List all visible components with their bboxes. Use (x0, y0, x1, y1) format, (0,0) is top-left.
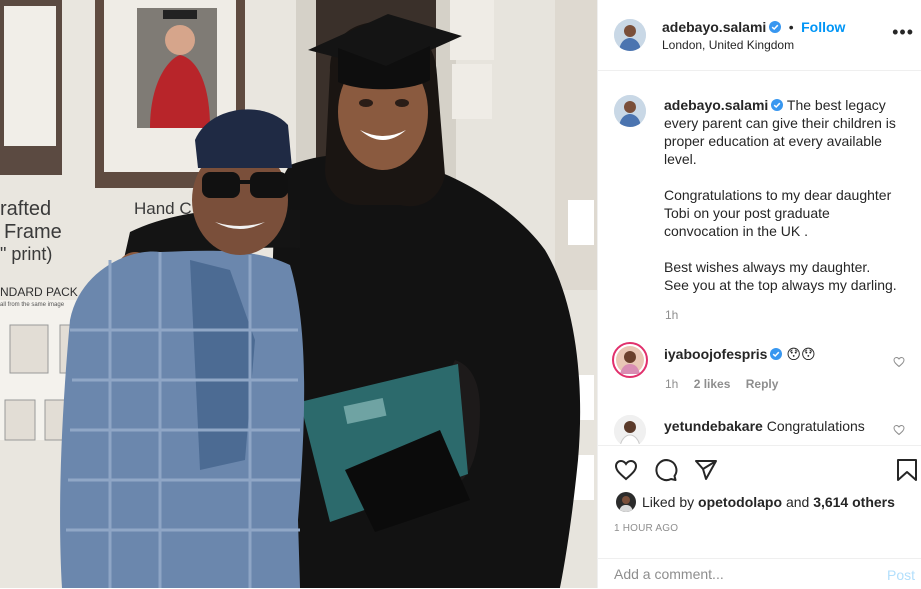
comment-likes[interactable]: 2 likes (694, 377, 731, 391)
caption-time[interactable]: 1h (665, 308, 678, 322)
comment-item: iyaboojofespris 😯😯 1h 2 likes Reply (598, 339, 921, 399)
verified-badge-icon (771, 99, 784, 111)
comment-text: Congratulations (766, 418, 865, 434)
post-sidebar: adebayo.salami • Follow London, United K… (597, 0, 921, 588)
location-link[interactable]: London, United Kingdom (662, 38, 794, 52)
signage-crafted: rafted (0, 198, 51, 220)
post-comment-button[interactable]: Post (887, 567, 915, 583)
post-actions: Liked by opetodolapo and 3,614 others 1 … (598, 445, 921, 589)
comments-section[interactable]: adebayo.salami The best legacy every par… (598, 71, 921, 444)
like-icon[interactable] (614, 458, 638, 482)
comment-icon[interactable] (654, 458, 678, 482)
post-image: rafted Frame " print) Hand C NDARD PACK … (0, 0, 597, 588)
liker-username[interactable]: opetodolapo (698, 494, 782, 510)
comment-username[interactable]: yetundebakare (664, 418, 763, 434)
add-comment-input[interactable] (614, 566, 854, 582)
likes-joiner: and (785, 494, 810, 510)
signage-frame: Frame (4, 221, 62, 243)
caption-line-2: Congratulations to my dear daughter Tobi… (664, 187, 892, 239)
comment-avatar[interactable] (612, 342, 648, 378)
author-avatar[interactable] (614, 19, 646, 51)
liker-avatar[interactable] (616, 492, 636, 512)
likes-summary: Liked by opetodolapo and 3,614 others (642, 494, 895, 510)
post-timestamp[interactable]: 1 HOUR AGO (614, 523, 678, 534)
save-bookmark-icon[interactable] (896, 458, 918, 482)
more-options-icon[interactable]: ••• (892, 22, 914, 43)
comment-time[interactable]: 1h (665, 377, 678, 391)
author-username[interactable]: adebayo.salami (662, 19, 766, 35)
signage-print: " print) (0, 244, 52, 264)
verified-badge-icon (770, 348, 783, 360)
add-comment-bar: Post (598, 558, 921, 589)
post-header: adebayo.salami • Follow London, United K… (598, 0, 921, 71)
signage-pack-sub: all from the same image (0, 302, 65, 308)
header-dot: • (788, 19, 794, 35)
comment-avatar[interactable] (614, 415, 646, 444)
likes-count[interactable]: 3,614 others (813, 494, 895, 510)
caption-line-3: Best wishes always my daughter. (664, 259, 871, 275)
post-photo[interactable]: rafted Frame " print) Hand C NDARD PACK … (0, 0, 597, 588)
caption-line-4: See you at the top always my darling. (664, 277, 897, 293)
caption-avatar[interactable] (614, 95, 646, 127)
comment-item: yetundebakare Congratulations (598, 413, 921, 444)
caption-username[interactable]: adebayo.salami (664, 97, 768, 113)
likes-prefix: Liked by (642, 494, 695, 510)
comment-username[interactable]: iyaboojofespris (664, 346, 767, 362)
signage-pack: NDARD PACK (0, 285, 78, 299)
reply-button[interactable]: Reply (746, 377, 779, 391)
verified-badge-icon (769, 21, 782, 33)
comment-like-icon[interactable] (893, 356, 905, 368)
caption: adebayo.salami The best legacy every par… (664, 96, 906, 294)
comment-text: 😯😯 (786, 346, 816, 362)
comment-like-icon[interactable] (893, 424, 905, 436)
share-icon[interactable] (694, 458, 718, 482)
follow-button[interactable]: Follow (801, 19, 845, 35)
